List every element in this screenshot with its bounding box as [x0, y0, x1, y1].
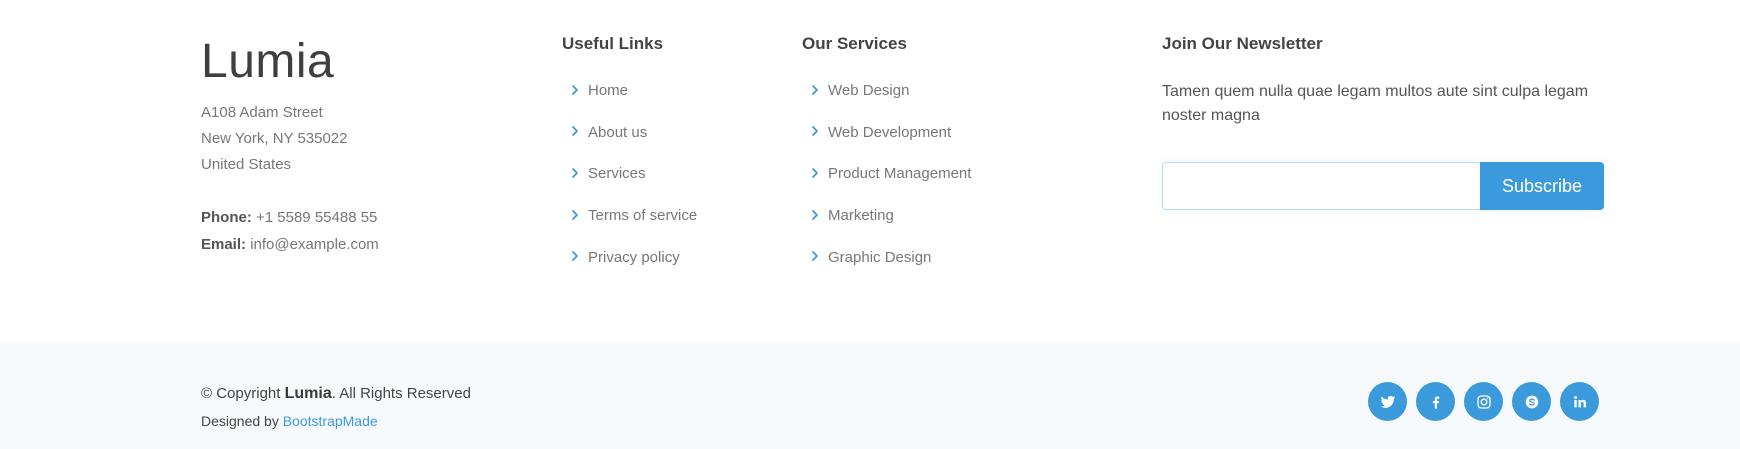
brand-logo-text[interactable]: Lumia: [201, 36, 334, 88]
service-link-label[interactable]: Graphic Design: [828, 249, 931, 266]
skype-icon: [1524, 394, 1540, 410]
contact-email: Email: info@example.com: [201, 235, 379, 255]
address-line-3: United States: [201, 156, 292, 173]
useful-links-list: Home About us Services Terms of service …: [562, 70, 697, 278]
phone-label: Phone:: [201, 209, 252, 226]
copyright-suffix: . All Rights Reserved: [331, 385, 471, 402]
service-link-label[interactable]: Web Design: [828, 82, 909, 99]
useful-link-terms[interactable]: Terms of service: [562, 195, 697, 237]
contact-phone: Phone: +1 5589 55488 55: [201, 208, 377, 228]
linkedin-button[interactable]: [1560, 382, 1599, 421]
services-title: Our Services: [802, 34, 907, 53]
chevron-right-icon: [808, 124, 822, 138]
service-link-graphic-design[interactable]: Graphic Design: [802, 236, 971, 278]
address-line-2: New York, NY 535022: [201, 130, 348, 147]
designed-by-prefix: Designed by: [201, 413, 283, 429]
service-link-label[interactable]: Product Management: [828, 165, 971, 182]
facebook-button[interactable]: [1416, 382, 1455, 421]
newsletter-email-input[interactable]: [1163, 163, 1481, 209]
useful-link-label[interactable]: Home: [588, 82, 628, 99]
services-list: Web Design Web Development Product Manag…: [802, 70, 971, 278]
twitter-button[interactable]: [1368, 382, 1407, 421]
useful-link-about-us[interactable]: About us: [562, 112, 697, 154]
footer-top: Lumia A108 Adam Street New York, NY 5350…: [0, 0, 1740, 342]
newsletter-description: Tamen quem nulla quae legam multos aute …: [1162, 83, 1589, 124]
copyright-text: © Copyright Lumia. All Rights Reserved: [201, 384, 471, 404]
useful-link-label[interactable]: Terms of service: [588, 207, 697, 224]
chevron-right-icon: [808, 208, 822, 222]
chevron-right-icon: [568, 124, 582, 138]
linkedin-icon: [1572, 394, 1588, 410]
newsletter-form: Subscribe: [1162, 162, 1604, 210]
service-link-marketing[interactable]: Marketing: [802, 195, 971, 237]
copyright-brand: Lumia: [284, 385, 332, 402]
chevron-right-icon: [568, 208, 582, 222]
service-link-web-design[interactable]: Web Design: [802, 70, 971, 112]
chevron-right-icon: [568, 83, 582, 97]
instagram-icon: [1476, 394, 1492, 410]
chevron-right-icon: [568, 249, 582, 263]
twitter-icon: [1380, 394, 1396, 410]
useful-link-label[interactable]: About us: [588, 124, 647, 141]
email-value: info@example.com: [250, 236, 379, 253]
facebook-icon: [1428, 394, 1444, 410]
phone-value: +1 5589 55488 55: [256, 209, 378, 226]
skype-button[interactable]: [1512, 382, 1551, 421]
chevron-right-icon: [808, 83, 822, 97]
useful-link-services[interactable]: Services: [562, 153, 697, 195]
designed-by: Designed by BootstrapMade: [201, 411, 378, 431]
useful-links-title: Useful Links: [562, 34, 664, 53]
email-label: Email:: [201, 236, 247, 253]
useful-link-privacy[interactable]: Privacy policy: [562, 236, 697, 278]
social-links: [1368, 382, 1599, 421]
service-link-label[interactable]: Web Development: [828, 124, 951, 141]
service-link-label[interactable]: Marketing: [828, 207, 894, 224]
address-line-1: A108 Adam Street: [201, 104, 323, 121]
subscribe-button[interactable]: Subscribe: [1480, 162, 1604, 210]
useful-link-home[interactable]: Home: [562, 70, 697, 112]
newsletter-title: Join Our Newsletter: [1162, 34, 1323, 53]
bootstrapmade-link[interactable]: BootstrapMade: [283, 413, 378, 429]
chevron-right-icon: [568, 166, 582, 180]
chevron-right-icon: [808, 249, 822, 263]
service-link-web-development[interactable]: Web Development: [802, 112, 971, 154]
instagram-button[interactable]: [1464, 382, 1503, 421]
copyright-prefix: © Copyright: [201, 385, 285, 402]
service-link-product-management[interactable]: Product Management: [802, 153, 971, 195]
chevron-right-icon: [808, 166, 822, 180]
useful-link-label[interactable]: Services: [588, 165, 646, 182]
useful-link-label[interactable]: Privacy policy: [588, 249, 680, 266]
